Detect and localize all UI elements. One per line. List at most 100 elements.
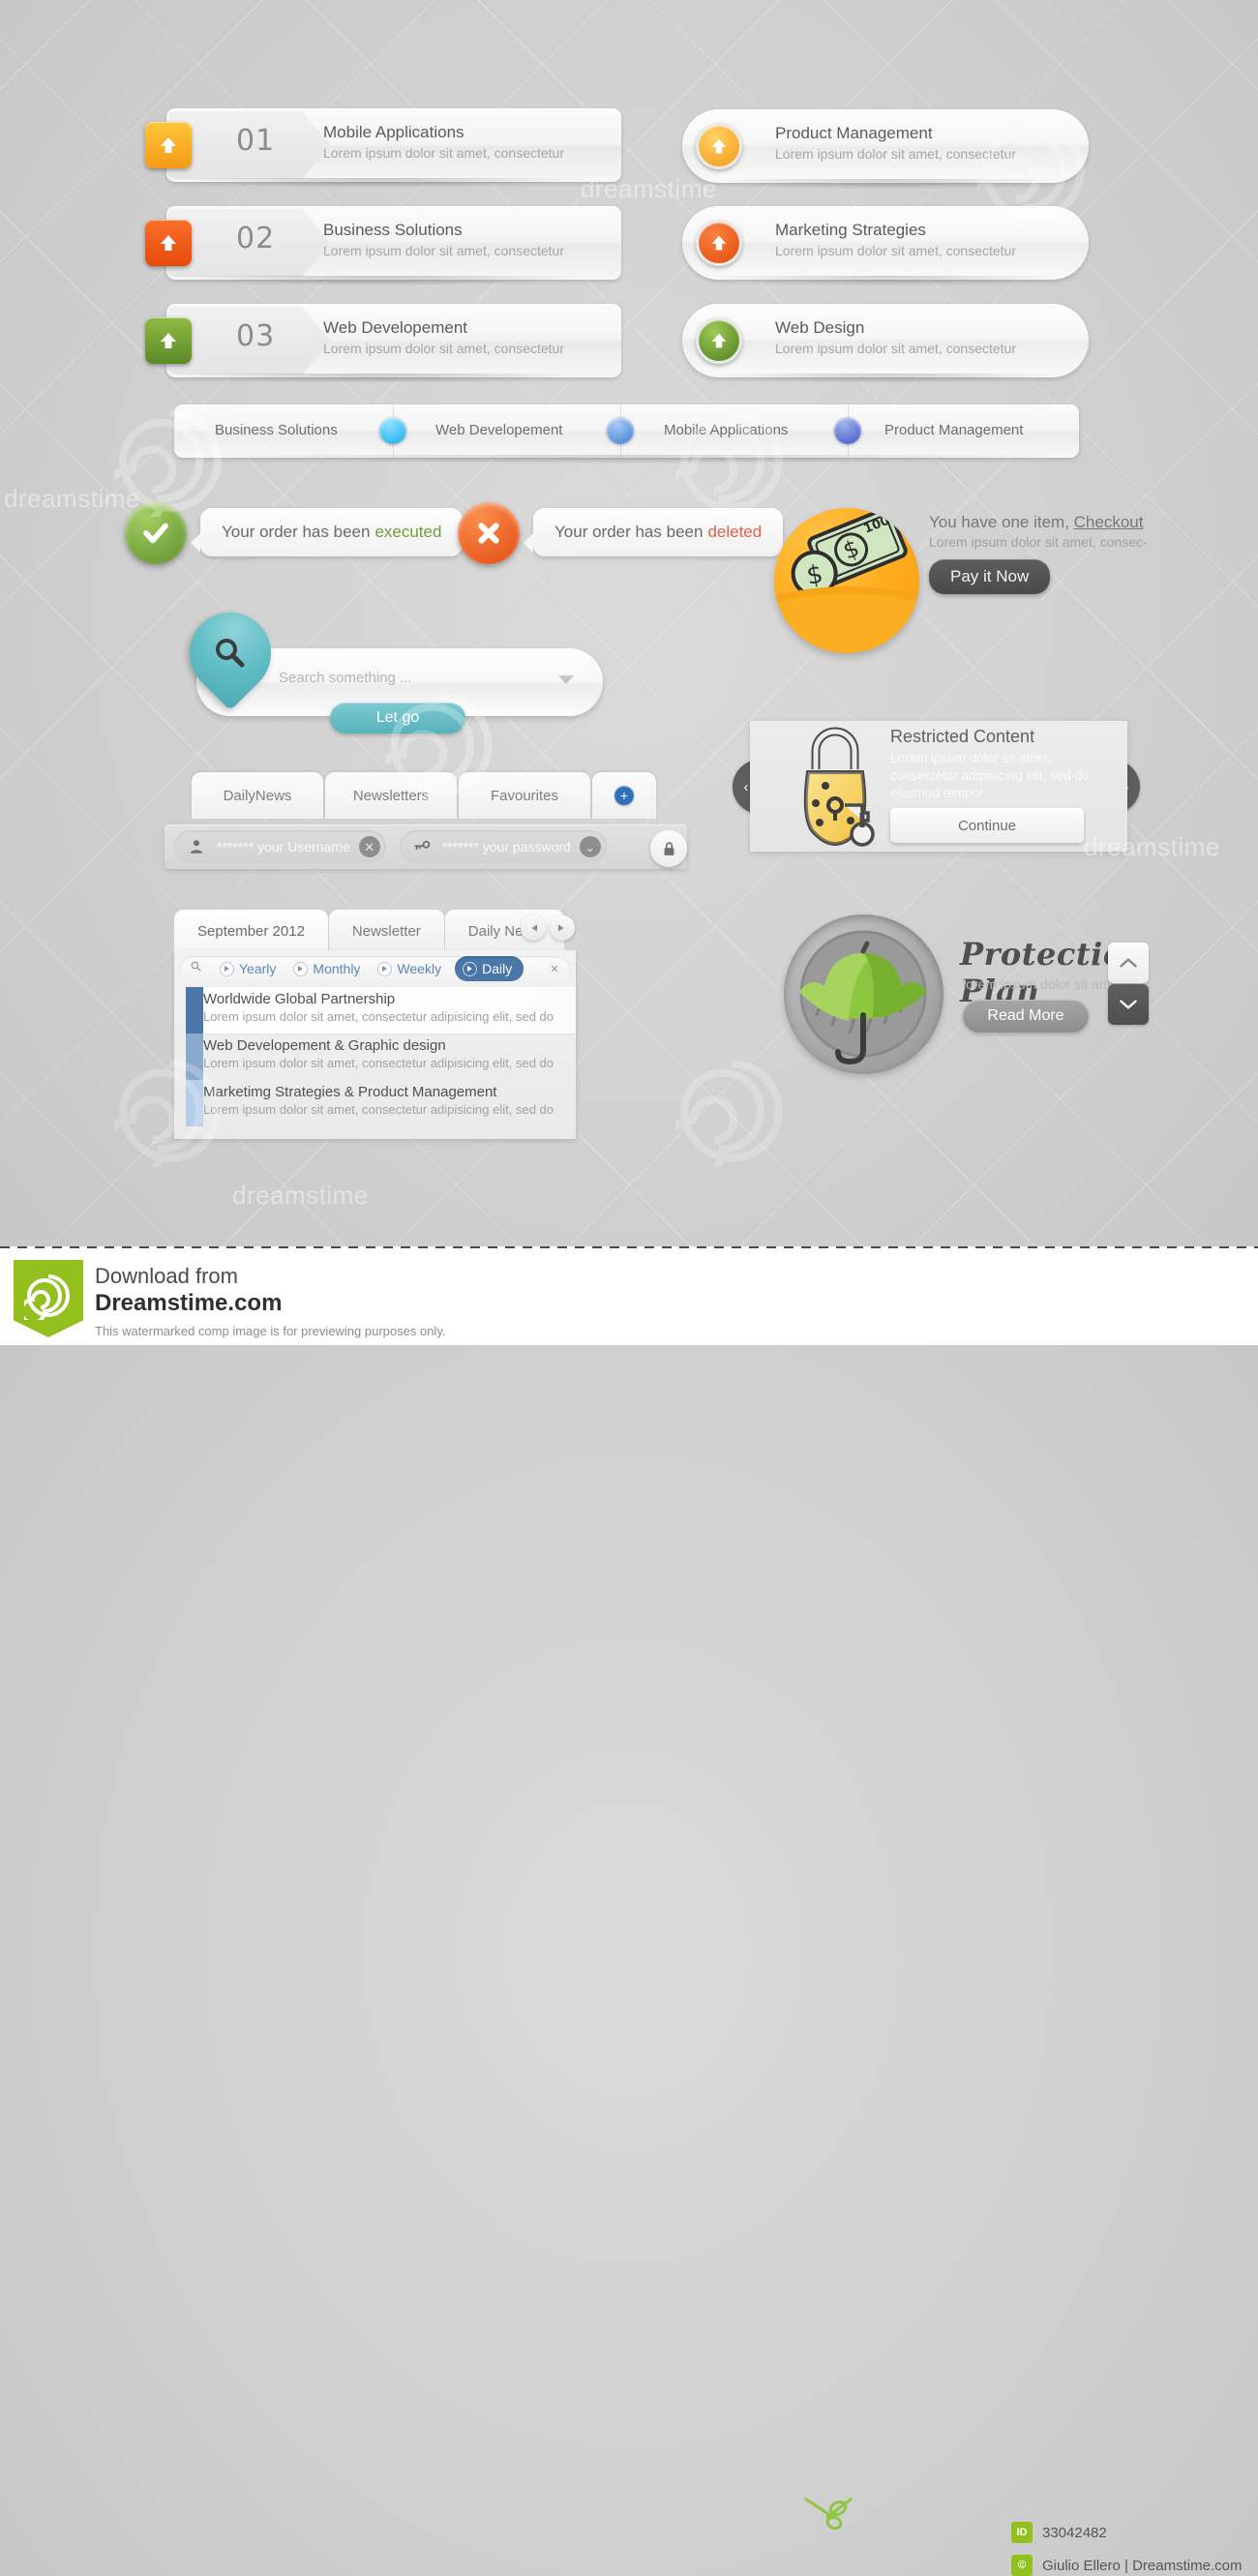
numbered-item-subtitle: Lorem ipsum dolor sit amet, consectetur: [323, 243, 564, 258]
arrow-up-icon[interactable]: [145, 122, 192, 168]
watermark-text: dreamstime: [232, 1181, 369, 1210]
list-item-title: Worldwide Global Partnership: [203, 991, 396, 1007]
filter-yearly[interactable]: Yearly: [220, 961, 276, 976]
list-item-title: Web Developement & Graphic design: [203, 1037, 446, 1054]
tab-favourites[interactable]: Favourites: [459, 772, 590, 819]
username-value: ******* your Username: [217, 839, 350, 854]
breadcrumb-dot-0[interactable]: [379, 417, 406, 444]
close-icon[interactable]: ✕: [547, 961, 562, 976]
list-item-body[interactable]: Worldwide Global Partnership Lorem ipsum…: [203, 987, 576, 1033]
numbered-item-card[interactable]: 03 Web Developement Lorem ipsum dolor si…: [166, 304, 621, 383]
search-input[interactable]: Search something ...: [279, 670, 551, 686]
pill-item-text: Marketing Strategies Lorem ipsum dolor s…: [775, 221, 1016, 258]
tab-add[interactable]: +: [592, 772, 656, 819]
id-icon: ID: [1011, 2522, 1033, 2543]
filter-daily[interactable]: Daily: [455, 956, 524, 981]
money-icon: $ 100 $: [774, 508, 919, 653]
numbered-item-subtitle: Lorem ipsum dolor sit amet, consectetur: [323, 145, 564, 161]
list-item-subtitle: Lorem ipsum dolor sit amet, consectetur …: [203, 1056, 554, 1070]
list-item[interactable]: Web Developement & Graphic design Lorem …: [174, 1033, 576, 1080]
chevron-down-icon[interactable]: ⌄: [579, 836, 601, 857]
pill-item-subtitle: Lorem ipsum dolor sit amet, consectetur: [775, 146, 1016, 162]
chevron-up-icon[interactable]: [1108, 943, 1149, 983]
notification-highlight: deleted: [707, 523, 763, 541]
tab-newsletters[interactable]: Newsletters: [325, 772, 457, 819]
footer-line1: Download from: [95, 1264, 238, 1288]
scissors-icon: [801, 2497, 855, 2531]
login-bar: ******* your Username ✕ ******* your pas…: [165, 824, 687, 869]
breadcrumb-item-2[interactable]: Mobile Applications: [664, 422, 788, 438]
protection-plan-subtitle: lorem ipsum dolor sit amet: [963, 976, 1123, 992]
watermark-logo: [660, 1055, 788, 1183]
read-more-button[interactable]: Read More: [963, 1000, 1089, 1033]
restricted-title: Restricted Content: [890, 727, 1035, 746]
tab-dailynews[interactable]: DailyNews: [192, 772, 323, 819]
pill-item[interactable]: Marketing Strategies Lorem ipsum dolor s…: [682, 206, 1089, 285]
umbrella-icon: [784, 914, 944, 1074]
breadcrumb-item-1[interactable]: Web Developement: [435, 422, 562, 438]
user-icon: [186, 836, 207, 857]
news-tab-september-2012[interactable]: September 2012: [174, 910, 328, 952]
continue-button[interactable]: Continue: [890, 808, 1084, 843]
image-id-row: ID 33042482: [1011, 2522, 1107, 2543]
arrow-up-icon[interactable]: [696, 317, 742, 364]
pay-it-now-button[interactable]: Pay it Now: [929, 559, 1051, 594]
skip-forward-icon[interactable]: [550, 915, 575, 941]
numbered-item-subtitle: Lorem ipsum dolor sit amet, consectetur: [323, 341, 564, 356]
breadcrumb-dot-1[interactable]: [607, 417, 634, 444]
notification-bubble: Your order has been executed: [190, 508, 464, 556]
list-item-body[interactable]: Web Developement & Graphic design Lorem …: [203, 1033, 576, 1080]
numbered-item-text: Business Solutions Lorem ipsum dolor sit…: [323, 221, 564, 258]
let-go-button[interactable]: Let go: [330, 703, 465, 734]
numbered-item-number: 03: [236, 319, 276, 353]
play-icon: [220, 961, 234, 976]
breadcrumb: Business Solutions Web Developement Mobi…: [174, 404, 1079, 464]
breadcrumb-item-0[interactable]: Business Solutions: [215, 422, 338, 438]
pill-item-text: Web Design Lorem ipsum dolor sit amet, c…: [775, 318, 1016, 356]
search-icon[interactable]: [190, 960, 202, 977]
play-icon: [463, 961, 478, 976]
username-field[interactable]: ******* your Username ✕: [174, 830, 386, 863]
numbered-item-card[interactable]: 02 Business Solutions Lorem ipsum dolor …: [166, 206, 621, 285]
list-item[interactable]: Worldwide Global Partnership Lorem ipsum…: [174, 987, 576, 1033]
chevron-down-icon[interactable]: [558, 675, 574, 684]
checkout-link[interactable]: Checkout: [1074, 513, 1144, 531]
footer: Download from Dreamstime.com This waterm…: [0, 1246, 1258, 2576]
numbered-item-number: 01: [236, 124, 276, 158]
pill-item[interactable]: Web Design Lorem ipsum dolor sit amet, c…: [682, 304, 1089, 383]
tab-strip: DailyNews Newsletters Favourites +: [192, 770, 658, 819]
filter-monthly[interactable]: Monthly: [293, 961, 360, 976]
pill-item[interactable]: Product Management Lorem ipsum dolor sit…: [682, 109, 1089, 189]
close-icon: [458, 502, 520, 564]
arrow-up-icon[interactable]: [145, 317, 192, 364]
lock-icon[interactable]: [650, 830, 687, 867]
news-tab-newsletter[interactable]: Newsletter: [328, 910, 444, 952]
breadcrumb-item-3[interactable]: Product Management: [884, 422, 1023, 438]
numbered-item-card[interactable]: 01 Mobile Applications Lorem ipsum dolor…: [166, 108, 621, 188]
list-item-body[interactable]: Marketimg Strategies & Product Managemen…: [203, 1080, 576, 1126]
news-tab-strip: September 2012 Newsletter Daily News: [174, 908, 565, 952]
chevron-down-icon[interactable]: [1108, 984, 1149, 1025]
password-field[interactable]: ******* your password ⌄: [399, 830, 607, 863]
arrow-up-icon[interactable]: [696, 123, 742, 169]
checkout-panel: You have one item, Checkout Lorem ipsum …: [929, 513, 1171, 594]
pill-item-title: Marketing Strategies: [775, 221, 926, 239]
breadcrumb-dot-2[interactable]: [834, 417, 861, 444]
plus-icon[interactable]: +: [614, 786, 634, 805]
pill-item-subtitle: Lorem ipsum dolor sit amet, consectetur: [775, 243, 1016, 258]
filter-weekly[interactable]: Weekly: [377, 961, 441, 976]
copyright-row: © Giulio Ellero | Dreamstime.com: [1011, 2555, 1242, 2576]
checkout-line1: You have one item, Checkout: [929, 513, 1171, 532]
play-icon: [377, 961, 393, 976]
list-item[interactable]: Marketimg Strategies & Product Managemen…: [174, 1080, 576, 1126]
restricted-content-panel: Restricted Content Lorem ipsum dolor sit…: [750, 721, 1127, 852]
skip-back-icon[interactable]: [521, 915, 546, 941]
numbered-item-text: Mobile Applications Lorem ipsum dolor si…: [323, 123, 564, 161]
news-tab-daily-news[interactable]: Daily News: [444, 910, 564, 952]
arrow-up-icon[interactable]: [145, 220, 192, 266]
notification-text: Your order has been: [554, 523, 704, 541]
arrow-up-icon[interactable]: [696, 220, 742, 266]
key-icon: [411, 836, 433, 857]
close-icon[interactable]: ✕: [358, 836, 380, 857]
ui-kit-stage: 01 Mobile Applications Lorem ipsum dolor…: [0, 0, 1258, 1246]
